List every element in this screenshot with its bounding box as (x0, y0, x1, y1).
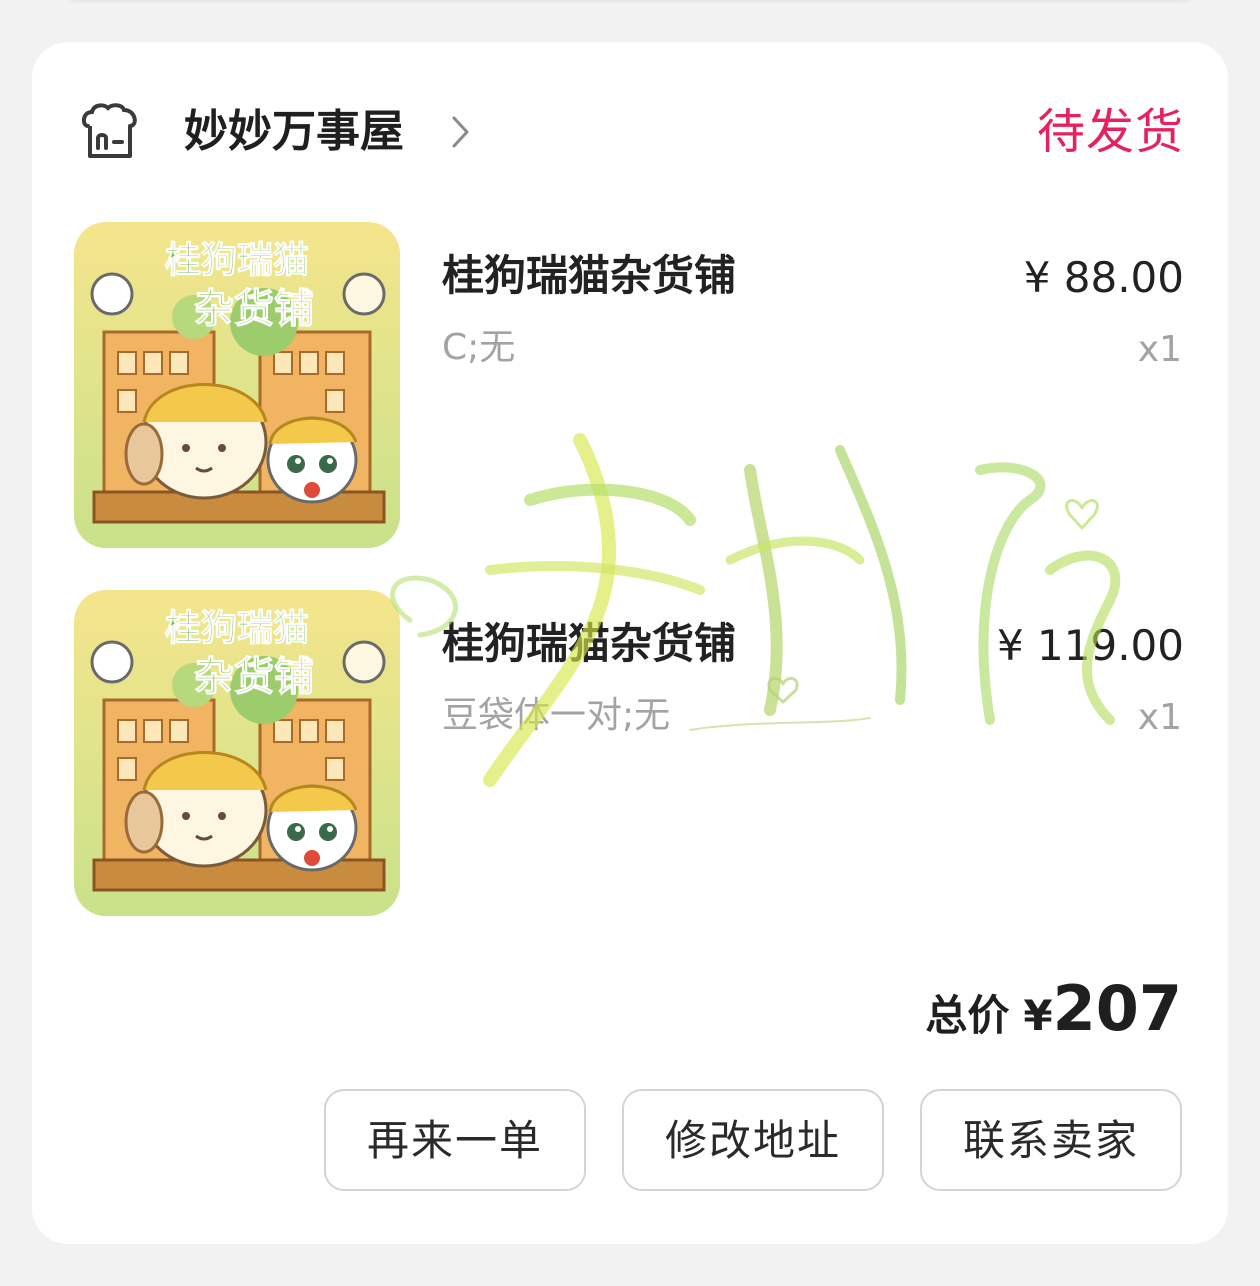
shop-name[interactable]: 妙妙万事屋 (184, 104, 404, 160)
shop-icon (81, 103, 137, 158)
change-address-button[interactable]: 修改地址 (622, 1089, 884, 1191)
illustration-title-line1: 桂狗瑞猫 (165, 608, 309, 649)
item-title[interactable]: 桂狗瑞猫杂货铺 (442, 248, 736, 304)
total-label: 总价 (925, 991, 1010, 1040)
item-quantity: x1 (1137, 329, 1182, 370)
order-total: 总价 ¥207 (925, 972, 1182, 1045)
shop-header[interactable]: 妙妙万事屋 待发货 (32, 42, 1228, 222)
item-quantity: x1 (1137, 697, 1182, 738)
order-status: 待发货 (1036, 104, 1184, 160)
order-card[interactable]: 妙妙万事屋 待发货 桂狗瑞猫 杂货铺 桂狗瑞猫杂货铺 C;无 ¥ 88.00 x… (32, 42, 1228, 1244)
item-spec: C;无 (442, 327, 516, 368)
illustration-title-line1: 桂狗瑞猫 (165, 240, 309, 281)
product-illustration: 桂狗瑞猫 杂货铺 (74, 590, 400, 916)
chevron-right-icon[interactable] (450, 114, 472, 150)
product-thumbnail[interactable]: 桂狗瑞猫 杂货铺 (74, 590, 400, 916)
product-thumbnail[interactable]: 桂狗瑞猫 杂货铺 (74, 222, 400, 548)
total-amount: 207 (1052, 972, 1182, 1045)
product-illustration: 桂狗瑞猫 杂货铺 (74, 222, 400, 548)
item-price: ¥ 88.00 (1023, 253, 1184, 302)
item-price: ¥ 119.00 (996, 621, 1184, 670)
total-currency: ¥ (1023, 991, 1053, 1040)
order-item[interactable]: 桂狗瑞猫 杂货铺 桂狗瑞猫杂货铺 豆袋体一对;无 ¥ 119.00 x1 (32, 588, 1228, 918)
item-title[interactable]: 桂狗瑞猫杂货铺 (442, 616, 736, 672)
illustration-title-line2: 杂货铺 (194, 286, 314, 332)
illustration-title-line2: 杂货铺 (194, 654, 314, 700)
reorder-button[interactable]: 再来一单 (324, 1089, 586, 1191)
contact-seller-button[interactable]: 联系卖家 (920, 1089, 1182, 1191)
order-item[interactable]: 桂狗瑞猫 杂货铺 桂狗瑞猫杂货铺 C;无 ¥ 88.00 x1 (32, 220, 1228, 550)
item-spec: 豆袋体一对;无 (442, 695, 671, 736)
